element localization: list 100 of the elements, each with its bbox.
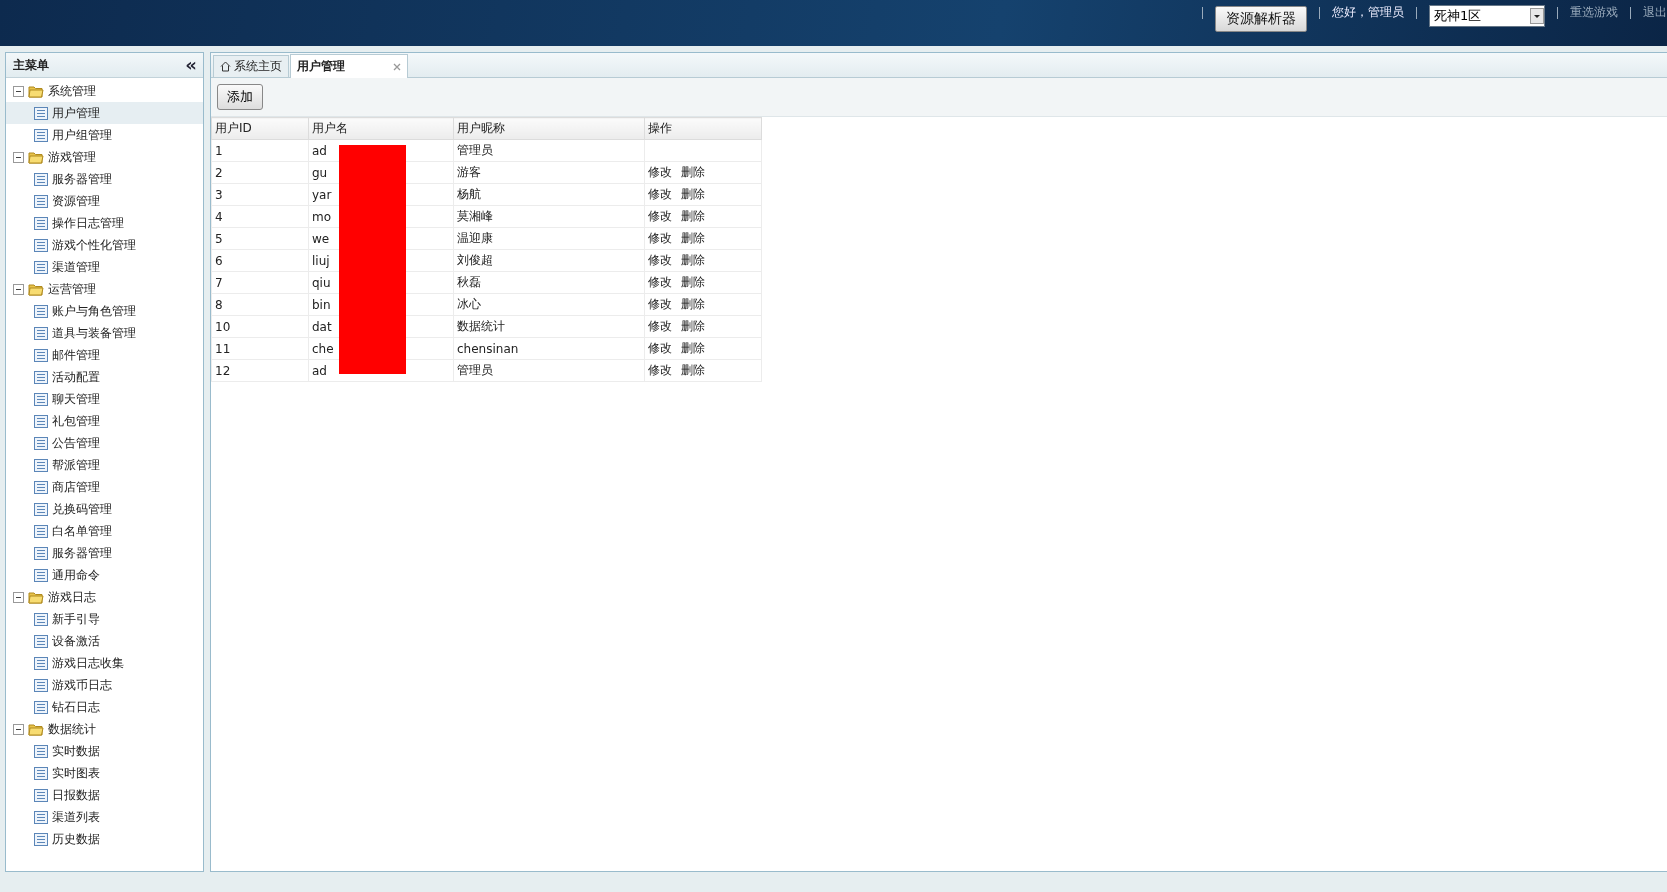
list-icon (34, 260, 48, 274)
delete-link[interactable]: 删除 (681, 297, 705, 311)
list-icon (34, 700, 48, 714)
list-icon (34, 436, 48, 450)
list-icon (34, 766, 48, 780)
delete-link[interactable]: 删除 (681, 209, 705, 223)
tree-item[interactable]: 数据统计 (48, 720, 96, 738)
folder-icon (28, 84, 44, 98)
list-icon (34, 546, 48, 560)
tree-item[interactable]: 帮派管理 (6, 454, 203, 476)
list-icon (34, 370, 48, 384)
table-cell: 管理员 (453, 139, 645, 162)
table-cell: 游客 (453, 161, 645, 184)
edit-link[interactable]: 修改 (648, 165, 672, 179)
tree-item[interactable]: 新手引导 (6, 608, 203, 630)
tree-item[interactable]: 游戏币日志 (6, 674, 203, 696)
delete-link[interactable]: 删除 (681, 341, 705, 355)
tree-item[interactable]: 运营管理 (48, 280, 96, 298)
tree-item[interactable]: 商店管理 (6, 476, 203, 498)
table-cell: 6 (211, 249, 309, 272)
table-cell: 温迎康 (453, 227, 645, 250)
delete-link[interactable]: 删除 (681, 363, 705, 377)
delete-link[interactable]: 删除 (681, 275, 705, 289)
tree-item[interactable]: 用户管理 (6, 102, 203, 124)
tree-item[interactable]: 兑换码管理 (6, 498, 203, 520)
list-icon (34, 348, 48, 362)
logout-link[interactable]: 退出 (1643, 4, 1667, 21)
tree-item[interactable]: 通用命令 (6, 564, 203, 586)
greeting-text: 您好，管理员 (1332, 4, 1404, 21)
delete-link[interactable]: 删除 (681, 165, 705, 179)
tree-item[interactable]: 道具与装备管理 (6, 322, 203, 344)
edit-link[interactable]: 修改 (648, 253, 672, 267)
tree-item[interactable]: 日报数据 (6, 784, 203, 806)
tree-item[interactable]: 邮件管理 (6, 344, 203, 366)
edit-link[interactable]: 修改 (648, 363, 672, 377)
tree-item[interactable]: 实时图表 (6, 762, 203, 784)
tree-item[interactable]: 服务器管理 (6, 542, 203, 564)
table-cell: 1 (211, 139, 309, 162)
edit-link[interactable]: 修改 (648, 341, 672, 355)
tree-item[interactable]: 操作日志管理 (6, 212, 203, 234)
tree-item[interactable]: 设备激活 (6, 630, 203, 652)
table-cell: 11 (211, 337, 309, 360)
list-icon (34, 568, 48, 582)
edit-link[interactable]: 修改 (648, 187, 672, 201)
tree-item[interactable]: 游戏个性化管理 (6, 234, 203, 256)
tree-item[interactable]: 用户组管理 (6, 124, 203, 146)
home-icon (220, 61, 231, 72)
table-cell: 10 (211, 315, 309, 338)
server-select[interactable]: 死神1区 (1429, 5, 1545, 27)
table-cell: 7 (211, 271, 309, 294)
tree-item[interactable]: 历史数据 (6, 828, 203, 850)
edit-link[interactable]: 修改 (648, 319, 672, 333)
edit-link[interactable]: 修改 (648, 231, 672, 245)
delete-link[interactable]: 删除 (681, 319, 705, 333)
tree-item[interactable]: 账户与角色管理 (6, 300, 203, 322)
list-icon (34, 788, 48, 802)
list-icon (34, 678, 48, 692)
expand-toggle-icon[interactable] (13, 85, 24, 97)
expand-toggle-icon[interactable] (13, 723, 24, 735)
delete-link[interactable]: 删除 (681, 253, 705, 267)
tree-item[interactable]: 服务器管理 (6, 168, 203, 190)
list-icon (34, 612, 48, 626)
table-cell: 4 (211, 205, 309, 228)
delete-link[interactable]: 删除 (681, 231, 705, 245)
collapse-icon[interactable]: « (185, 56, 197, 74)
tree-item[interactable]: 礼包管理 (6, 410, 203, 432)
table-cell: chensinan (453, 337, 645, 360)
tree-item[interactable]: 公告管理 (6, 432, 203, 454)
tab[interactable]: 用户管理 (290, 54, 408, 78)
edit-link[interactable]: 修改 (648, 275, 672, 289)
add-button[interactable]: 添加 (217, 84, 263, 110)
list-icon (34, 832, 48, 846)
table-cell: 冰心 (453, 293, 645, 316)
tree-item[interactable]: 游戏日志收集 (6, 652, 203, 674)
switch-game-link[interactable]: 重选游戏 (1570, 4, 1618, 21)
tree-item[interactable]: 游戏日志 (48, 588, 96, 606)
list-icon (34, 414, 48, 428)
tree-item[interactable]: 聊天管理 (6, 388, 203, 410)
tree-item[interactable]: 渠道管理 (6, 256, 203, 278)
table-cell: 3 (211, 183, 309, 206)
tab[interactable]: 系统主页 (213, 55, 289, 77)
tree-item[interactable]: 活动配置 (6, 366, 203, 388)
tree-item[interactable]: 实时数据 (6, 740, 203, 762)
list-icon (34, 502, 48, 516)
tree-item[interactable]: 白名单管理 (6, 520, 203, 542)
delete-link[interactable]: 删除 (681, 187, 705, 201)
tree-item[interactable]: 钻石日志 (6, 696, 203, 718)
tree-item[interactable]: 系统管理 (48, 82, 96, 100)
edit-link[interactable]: 修改 (648, 209, 672, 223)
expand-toggle-icon[interactable] (13, 151, 24, 163)
column-header: 用户ID (211, 117, 309, 140)
resource-parser-button[interactable]: 资源解析器 (1215, 6, 1307, 32)
list-icon (34, 304, 48, 318)
tree-item[interactable]: 游戏管理 (48, 148, 96, 166)
tree-item[interactable]: 渠道列表 (6, 806, 203, 828)
expand-toggle-icon[interactable] (13, 591, 24, 603)
expand-toggle-icon[interactable] (13, 283, 24, 295)
list-icon (34, 458, 48, 472)
edit-link[interactable]: 修改 (648, 297, 672, 311)
tree-item[interactable]: 资源管理 (6, 190, 203, 212)
